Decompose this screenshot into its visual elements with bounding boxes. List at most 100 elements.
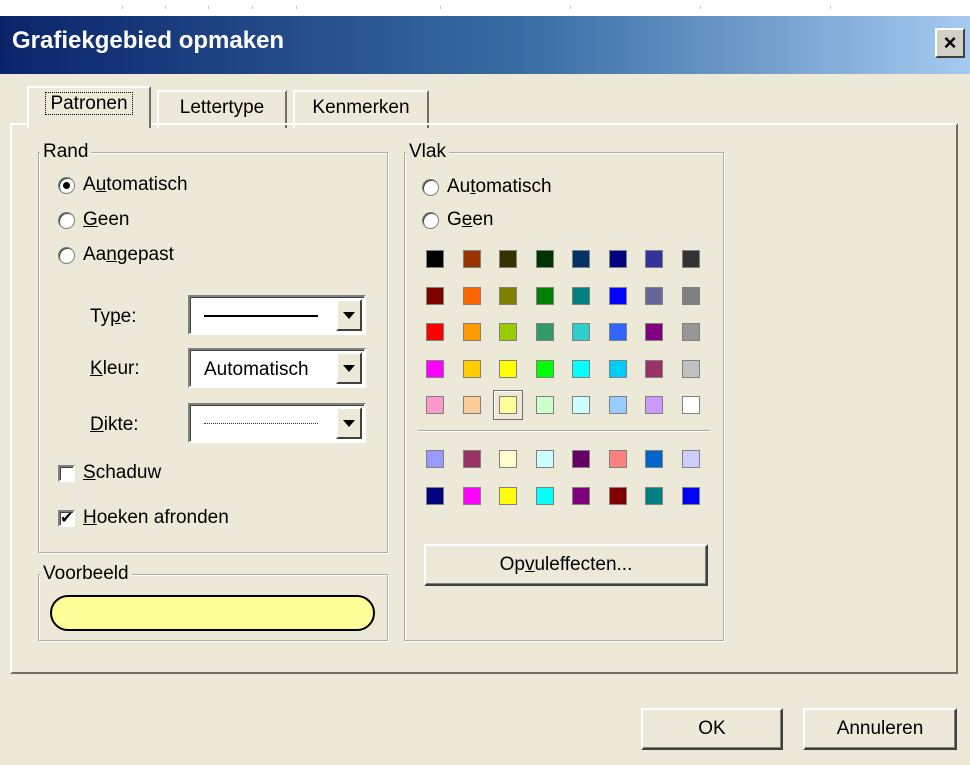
fill-effects-button[interactable]: Opvuleffecten...: [424, 544, 708, 586]
schaduw-checkbox[interactable]: [58, 464, 75, 482]
color-swatch[interactable]: [608, 250, 627, 268]
color-swatch[interactable]: [681, 323, 700, 341]
chart-color-swatch[interactable]: [535, 450, 554, 468]
dikte-label: Dikte:: [90, 414, 139, 435]
color-swatch[interactable]: [535, 250, 554, 268]
color-swatch[interactable]: [535, 359, 554, 378]
color-swatch[interactable]: [499, 359, 517, 378]
color-swatch[interactable]: [535, 323, 554, 341]
radio-label: Aangepast: [83, 244, 174, 265]
color-swatch[interactable]: [535, 286, 554, 305]
ok-button[interactable]: OK: [641, 708, 783, 750]
vlak-radio-geen[interactable]: Geen: [422, 207, 494, 233]
color-swatch[interactable]: [462, 250, 481, 268]
chart-color-swatch[interactable]: [608, 486, 627, 505]
voorbeeld-preview: [50, 595, 375, 631]
chart-color-swatch[interactable]: [426, 486, 444, 505]
color-swatch[interactable]: [462, 396, 481, 414]
color-swatch[interactable]: [462, 359, 481, 378]
color-swatch[interactable]: [608, 286, 627, 305]
tab-label: Patronen: [45, 92, 133, 115]
hoeken-checkbox-row[interactable]: ✔ Hoeken afronden: [58, 505, 229, 531]
cancel-button[interactable]: Annuleren: [803, 708, 957, 750]
close-button[interactable]: ×: [935, 28, 965, 58]
color-swatch[interactable]: [681, 359, 700, 378]
chart-color-swatch[interactable]: [499, 486, 517, 505]
tab-label: Lettertype: [179, 97, 265, 118]
hoeken-checkbox[interactable]: ✔: [58, 509, 75, 527]
chart-color-swatch[interactable]: [572, 450, 590, 468]
chart-color-swatch[interactable]: [608, 450, 627, 468]
rand-radio-aangepast[interactable]: Aangepast: [58, 242, 174, 268]
color-swatch[interactable]: [535, 396, 554, 414]
type-label: Type:: [90, 306, 137, 327]
chart-color-swatch[interactable]: [681, 486, 700, 505]
voorbeeld-legend: Voorbeeld: [40, 564, 132, 584]
radio-button[interactable]: [422, 211, 439, 229]
color-swatch[interactable]: [462, 286, 481, 305]
color-swatch[interactable]: [426, 396, 444, 414]
chart-color-swatch[interactable]: [535, 486, 554, 505]
dialog-title: Grafiekgebied opmaken: [12, 27, 285, 54]
radio-button[interactable]: [58, 246, 75, 264]
color-swatch[interactable]: [681, 286, 700, 305]
vlak-legend: Vlak: [406, 142, 449, 162]
dropdown-arrow-icon[interactable]: [336, 352, 362, 384]
rand-radio-automatisch[interactable]: Automatisch: [58, 172, 188, 198]
color-swatch[interactable]: [645, 323, 663, 341]
color-swatch[interactable]: [426, 250, 444, 268]
radio-label: Geen: [447, 209, 494, 230]
schaduw-checkbox-row[interactable]: Schaduw: [58, 460, 161, 486]
radio-button[interactable]: [58, 176, 75, 194]
vlak-radio-automatisch[interactable]: Automatisch: [422, 174, 552, 200]
line-style-preview: [204, 315, 318, 317]
dropdown-arrow-icon[interactable]: [336, 407, 362, 439]
kleur-value: Automatisch: [204, 359, 309, 380]
radio-button[interactable]: [58, 211, 75, 229]
color-swatch[interactable]: [645, 286, 663, 305]
kleur-dropdown[interactable]: Automatisch: [188, 348, 366, 388]
dikte-dropdown[interactable]: [188, 403, 366, 443]
color-swatch[interactable]: [426, 359, 444, 378]
rand-legend: Rand: [40, 142, 92, 162]
chart-color-swatch[interactable]: [681, 450, 700, 468]
color-swatch[interactable]: [426, 286, 444, 305]
kleur-label: Kleur:: [90, 358, 140, 379]
color-swatch[interactable]: [608, 323, 627, 341]
color-swatch[interactable]: [499, 396, 517, 414]
chart-color-swatch[interactable]: [645, 486, 663, 505]
chart-color-swatch[interactable]: [499, 450, 517, 468]
color-swatch[interactable]: [572, 396, 590, 414]
radio-label: Geen: [83, 209, 130, 230]
palette-separator: [418, 430, 710, 432]
color-swatch[interactable]: [426, 323, 444, 341]
line-weight-preview: [204, 423, 318, 424]
color-swatch[interactable]: [645, 250, 663, 268]
color-swatch[interactable]: [681, 396, 700, 414]
color-swatch[interactable]: [572, 323, 590, 341]
chart-color-swatch[interactable]: [572, 486, 590, 505]
color-swatch[interactable]: [572, 359, 590, 378]
color-swatch[interactable]: [681, 250, 700, 268]
type-dropdown[interactable]: [188, 295, 366, 335]
color-swatch[interactable]: [645, 359, 663, 378]
chart-color-swatch[interactable]: [426, 450, 444, 468]
color-swatch[interactable]: [499, 250, 517, 268]
color-swatch[interactable]: [499, 286, 517, 305]
color-swatch[interactable]: [608, 359, 627, 378]
dropdown-arrow-icon[interactable]: [336, 299, 362, 331]
chart-color-swatch[interactable]: [462, 486, 481, 505]
color-swatch[interactable]: [608, 396, 627, 414]
chart-color-swatch[interactable]: [462, 450, 481, 468]
color-swatch[interactable]: [572, 250, 590, 268]
tab-patronen[interactable]: Patronen: [27, 86, 151, 128]
radio-button[interactable]: [422, 178, 439, 196]
radio-label: Automatisch: [83, 174, 188, 195]
color-swatch[interactable]: [462, 323, 481, 341]
top-ruler-strip: [0, 0, 970, 16]
chart-color-swatch[interactable]: [645, 450, 663, 468]
rand-radio-geen[interactable]: Geen: [58, 207, 129, 233]
color-swatch[interactable]: [572, 286, 590, 305]
color-swatch[interactable]: [499, 323, 517, 341]
color-swatch[interactable]: [645, 396, 663, 414]
